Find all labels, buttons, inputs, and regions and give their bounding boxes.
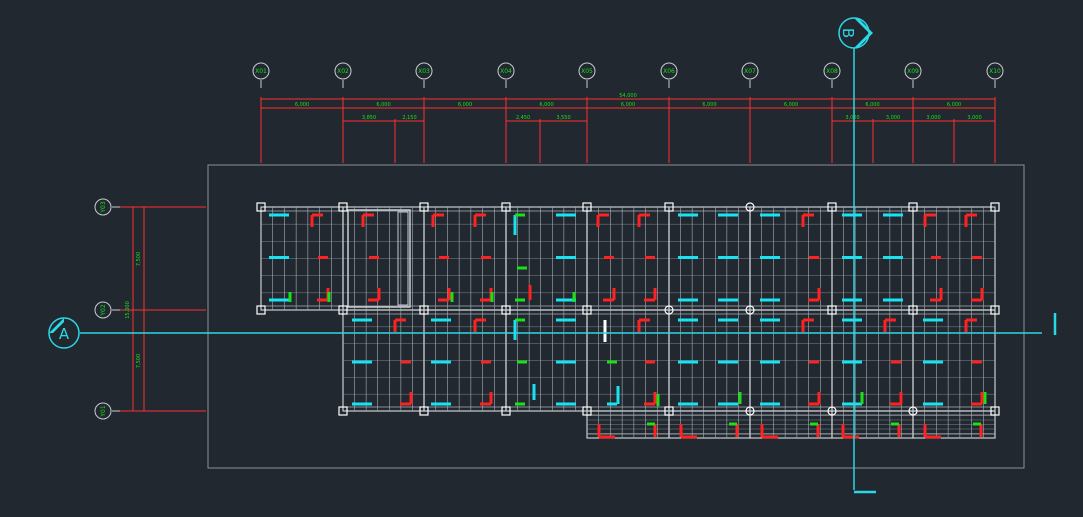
dim-row1-text: 6,000 [784, 102, 798, 108]
section-b-label: B [839, 28, 857, 38]
axis-label: X10 [989, 68, 1001, 75]
axis-label: X01 [255, 68, 267, 75]
section-a-label: A [59, 325, 70, 343]
dim-row1-text: 6,000 [621, 102, 635, 108]
axis-label: X08 [826, 68, 838, 75]
dim-row1-text: 6,000 [947, 102, 961, 108]
dim-row1-text: 6,000 [702, 102, 716, 108]
dim-row2-text: 2,150 [402, 115, 416, 121]
dim-row1-text: 6,000 [458, 102, 472, 108]
axis-label: X09 [907, 68, 919, 75]
axis-label: Y03 [100, 201, 107, 213]
axis-label: X07 [744, 68, 756, 75]
dim-row2-text: 3,000 [967, 115, 981, 121]
axis-label: X05 [581, 68, 593, 75]
dim-row2-text: 3,000 [845, 115, 859, 121]
dim-row2-text: 3,850 [362, 115, 376, 121]
dim-row1-text: 6,000 [295, 102, 309, 108]
dim-row1-text: 6,000 [865, 102, 879, 108]
dim-row1-text: 6,000 [376, 102, 390, 108]
axis-label: X02 [337, 68, 349, 75]
dim-total-text: 54,000 [619, 93, 637, 99]
axis-label: X03 [418, 68, 430, 75]
dim-row1-text: 6,000 [539, 102, 553, 108]
dim-left-total-text: 15,000 [125, 301, 131, 319]
dim-row2-text: 3,000 [926, 115, 940, 121]
axis-label: X04 [500, 68, 512, 75]
axis-label: Y01 [100, 405, 107, 417]
axis-label: X06 [663, 68, 675, 75]
dim-row2-text: 2,450 [516, 115, 530, 121]
dim-row2-text: 3,000 [886, 115, 900, 121]
dim-row2-text: 3,550 [556, 115, 570, 121]
axis-label: Y02 [100, 304, 107, 316]
dim-left-text: 7,500 [136, 354, 142, 368]
dim-left-text: 7,500 [136, 252, 142, 266]
cad-drawing-canvas[interactable]: 54,000 6,000 6,000 6,000 6,000 6,000 6,000 6,00… [0, 0, 1083, 517]
